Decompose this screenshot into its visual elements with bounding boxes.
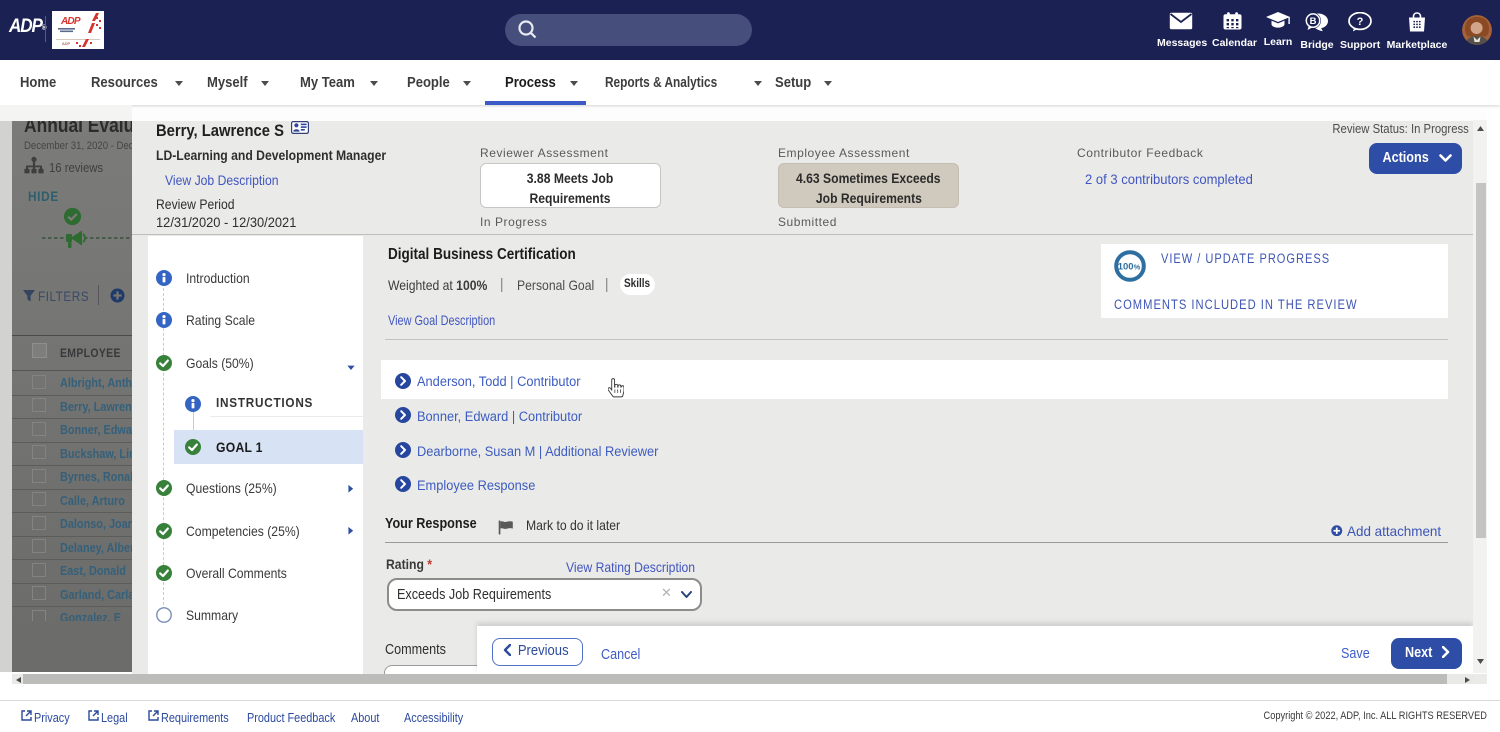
svg-text:B: B [1310,16,1317,27]
svg-text:?: ? [1357,16,1364,28]
svg-text:ADP: ADP [62,41,71,46]
svg-text:100%: 100% [1117,262,1140,273]
svg-text:ADP: ADP [60,16,81,27]
